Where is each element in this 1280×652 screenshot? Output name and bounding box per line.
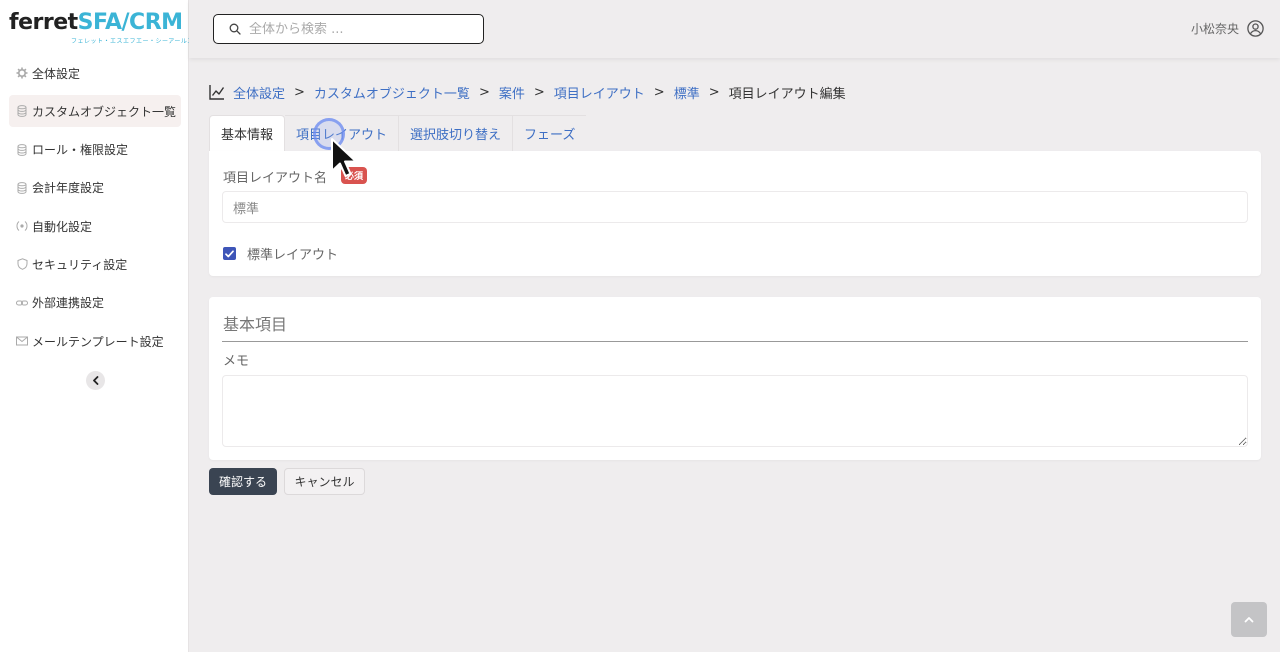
breadcrumb-field-layouts[interactable]: 項目レイアウト (554, 83, 645, 102)
user-name: 小松奈央 (1190, 22, 1239, 36)
standard-layout-label: 標準レイアウト (247, 248, 339, 263)
standard-layout-checkbox-row[interactable]: 標準レイアウト (223, 244, 338, 263)
sidebar-item-label: ロール・権限設定 (32, 143, 129, 158)
database-icon (16, 181, 28, 194)
layout-name-label: 項目レイアウト名 (223, 171, 328, 186)
global-search[interactable] (213, 14, 484, 44)
section-title: 基本項目 (223, 315, 288, 334)
sidebar-item-integrations[interactable]: 外部連携設定 (9, 287, 181, 319)
shield-icon (16, 258, 28, 271)
basic-items-card: 基本項目 メモ (209, 297, 1261, 460)
sidebar-nav: 全体設定 カスタムオブジェクト一覧 ロール・権限設定 会計年度設定 自動化設定 (9, 57, 181, 363)
mouse-cursor-icon (330, 137, 357, 183)
breadcrumb-separator: > (653, 84, 665, 100)
chevron-up-icon (1244, 616, 1254, 623)
sidebar: ferretSFA/CRM フェレット・エスエフエー・シーアールエム 全体設定 … (0, 0, 200, 652)
breadcrumb-separator: > (533, 84, 545, 100)
tab-choice-switch[interactable]: 選択肢切り替え (399, 115, 514, 151)
automation-icon (16, 220, 28, 232)
check-icon (225, 249, 234, 257)
tab-basic-info[interactable]: 基本情報 (209, 115, 286, 151)
breadcrumb-custom-objects[interactable]: カスタムオブジェクト一覧 (314, 83, 470, 102)
sidebar-item-label: セキュリティ設定 (32, 257, 128, 272)
logo-text-ferret: ferret (9, 10, 78, 35)
search-icon (229, 23, 241, 35)
sidebar-item-custom-objects[interactable]: カスタムオブジェクト一覧 (9, 95, 181, 128)
chevron-left-icon (92, 376, 100, 385)
sidebar-item-label: カスタムオブジェクト一覧 (32, 104, 177, 119)
link-icon (16, 297, 28, 309)
top-header: 小松奈央 (189, 0, 1280, 58)
breadcrumb-separator: > (478, 84, 490, 100)
breadcrumb-deals[interactable]: 案件 (499, 83, 525, 102)
breadcrumb-current: 項目レイアウト編集 (728, 86, 846, 102)
logo[interactable]: ferretSFA/CRM フェレット・エスエフエー・シーアールエム (9, 10, 200, 46)
confirm-button[interactable]: 確認する (209, 468, 277, 495)
breadcrumb-separator: > (708, 84, 720, 100)
sidebar-item-label: メールテンプレート設定 (32, 334, 164, 349)
database-icon (16, 105, 28, 118)
scroll-to-top-button[interactable] (1231, 602, 1267, 637)
memo-textarea[interactable] (222, 375, 1248, 447)
sidebar-item-fiscal-year[interactable]: 会計年度設定 (9, 172, 181, 204)
sidebar-item-automation[interactable]: 自動化設定 (9, 210, 181, 242)
chart-line-icon (209, 84, 225, 100)
layout-info-card: 項目レイアウト名 必須 標準レイアウト (209, 151, 1261, 276)
sidebar-item-roles[interactable]: ロール・権限設定 (9, 134, 181, 166)
sidebar-item-label: 全体設定 (32, 66, 81, 81)
standard-layout-checkbox[interactable] (223, 247, 236, 260)
mail-icon (16, 335, 28, 347)
sidebar-item-security[interactable]: セキュリティ設定 (9, 248, 181, 280)
breadcrumb-standard[interactable]: 標準 (674, 83, 700, 102)
tab-phases[interactable]: フェーズ (513, 115, 587, 151)
search-input[interactable] (249, 21, 469, 37)
breadcrumb: 全体設定 > カスタムオブジェクト一覧 > 案件 > 項目レイアウト > 標準 … (209, 82, 846, 102)
user-menu[interactable]: 小松奈央 (1191, 20, 1264, 37)
database-icon (16, 143, 28, 156)
sidebar-item-label: 自動化設定 (32, 219, 93, 234)
section-divider (222, 341, 1248, 342)
sidebar-item-label: 外部連携設定 (32, 296, 105, 311)
edit-tabs: 基本情報 項目レイアウト 選択肢切り替え フェーズ (209, 115, 587, 151)
sidebar-item-general-settings[interactable]: 全体設定 (9, 57, 181, 89)
sidebar-collapse-button[interactable] (86, 371, 105, 390)
breadcrumb-general-settings[interactable]: 全体設定 (233, 83, 285, 102)
sidebar-item-label: 会計年度設定 (32, 181, 105, 196)
gear-icon (16, 67, 28, 79)
memo-label: メモ (223, 354, 250, 369)
logo-text-sfacrm: SFA/CRM (77, 10, 183, 35)
user-avatar-icon (1247, 20, 1264, 37)
sidebar-item-mail-templates[interactable]: メールテンプレート設定 (9, 325, 181, 357)
layout-name-input[interactable] (222, 191, 1248, 223)
cancel-button[interactable]: キャンセル (284, 468, 365, 495)
logo-subtext: フェレット・エスエフエー・シーアールエム (71, 38, 201, 45)
breadcrumb-separator: > (294, 84, 305, 100)
